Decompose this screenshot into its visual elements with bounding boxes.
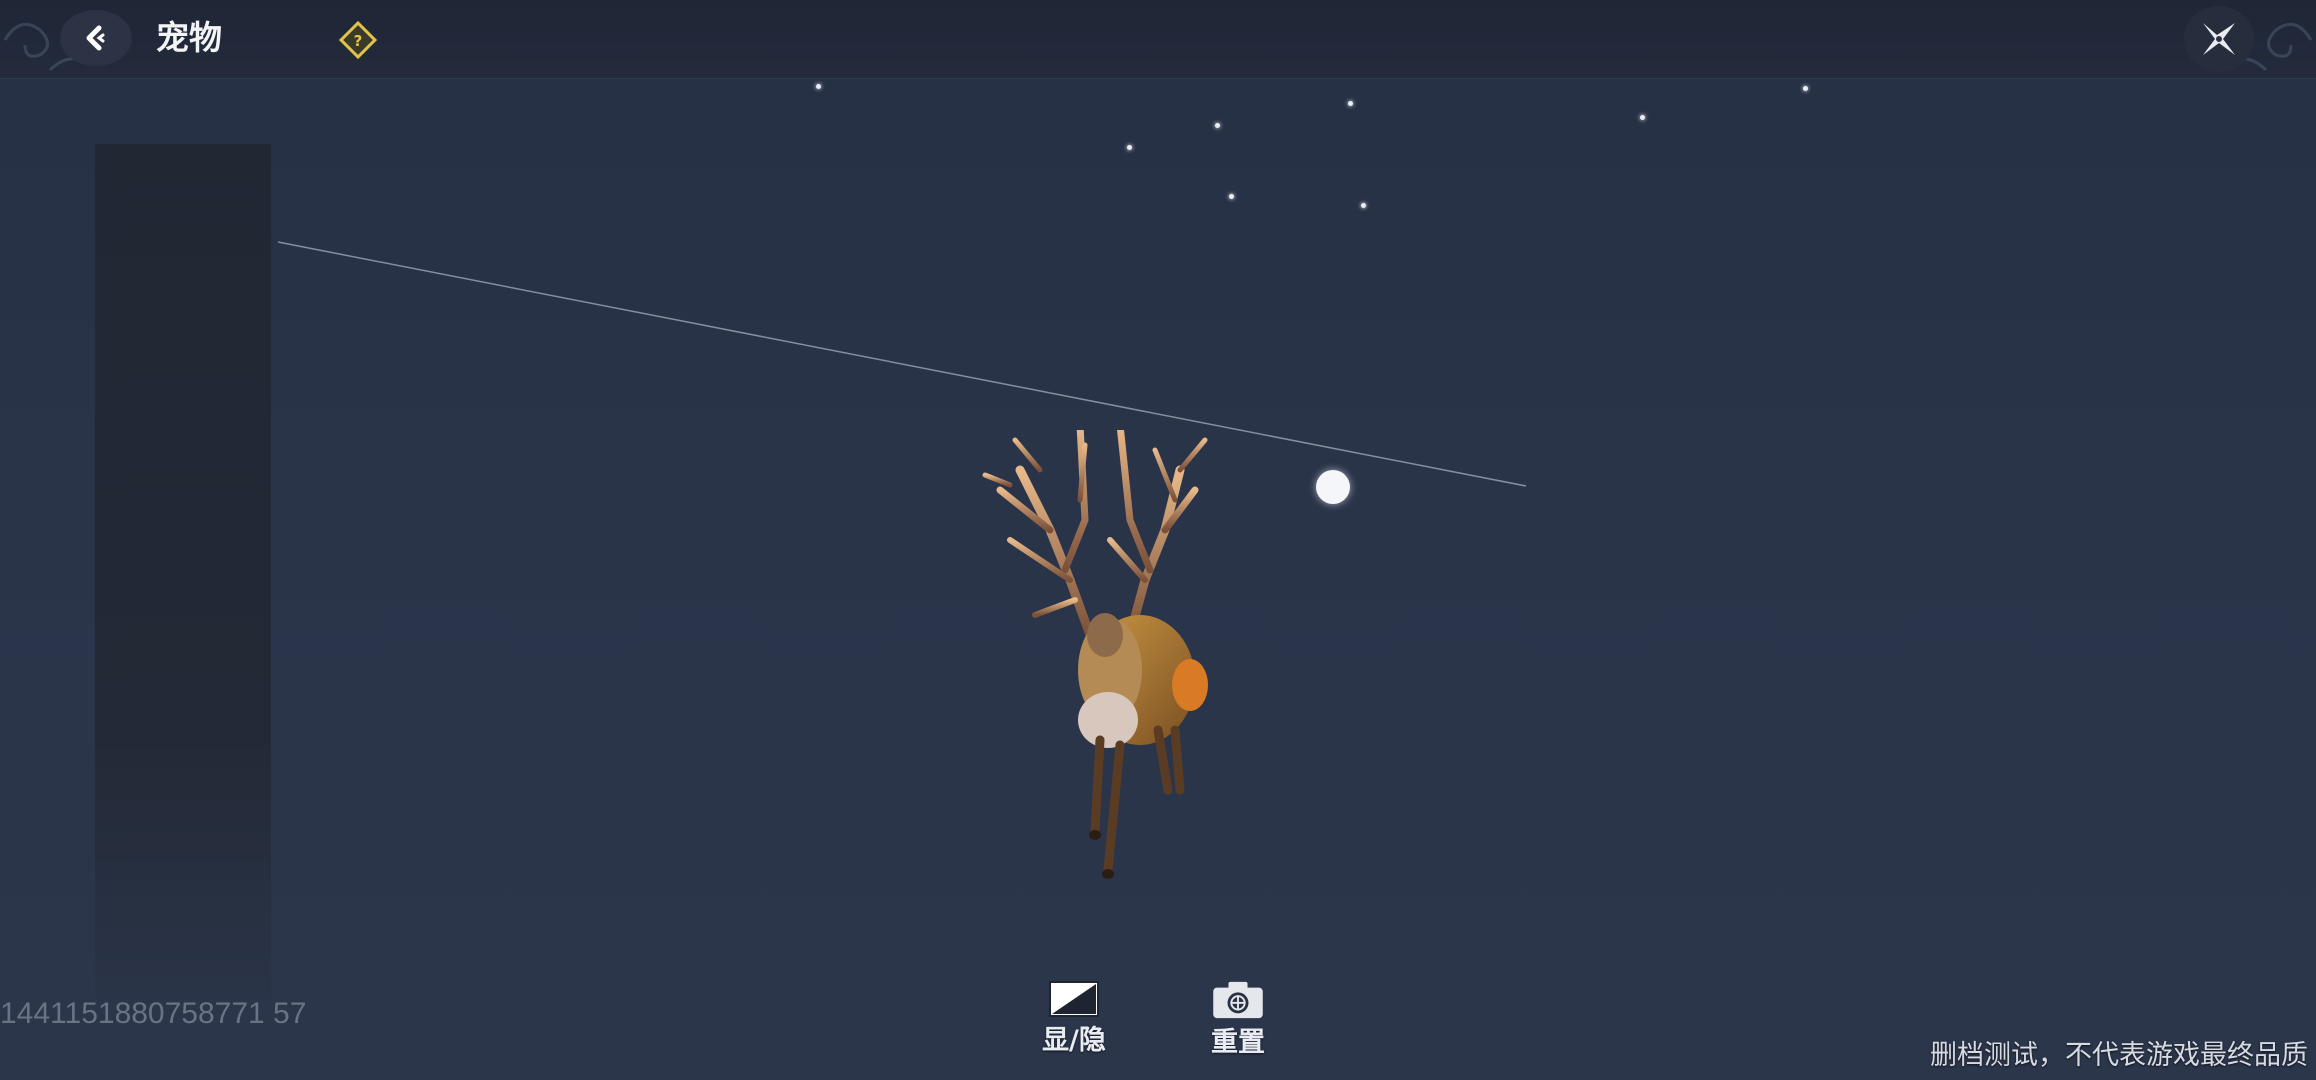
close-shuriken-icon: [2203, 23, 2235, 55]
player-id-watermark: 1441151880758771 57: [0, 997, 307, 1030]
reset-button[interactable]: 重置: [1183, 980, 1293, 1060]
close-button[interactable]: [2184, 6, 2254, 72]
chevron-left-icon: [86, 25, 105, 51]
side-panel: [95, 144, 271, 999]
show-hide-button[interactable]: 显/隐: [1019, 980, 1129, 1060]
show-hide-label: 显/隐: [1042, 1025, 1106, 1056]
half-square-icon: [1049, 981, 1099, 1017]
camera-reset-icon: [1213, 981, 1263, 1019]
help-button[interactable]: ?: [336, 18, 380, 62]
moon: [1316, 470, 1350, 504]
back-button[interactable]: [60, 10, 132, 66]
pet-viewer-scene: 宠物 ? 显/隐 重置 1441151880758771 57 删档测试，不代表…: [0, 0, 2316, 1080]
svg-text:?: ?: [354, 32, 363, 50]
page-title: 宠物: [156, 18, 222, 57]
deer-pet-model[interactable]: [980, 430, 1250, 890]
question-diamond-icon: ?: [338, 20, 378, 60]
reset-label: 重置: [1211, 1027, 1265, 1058]
test-disclaimer: 删档测试，不代表游戏最终品质: [1930, 1040, 2308, 1071]
top-bar: 宠物 ?: [0, 0, 2316, 79]
